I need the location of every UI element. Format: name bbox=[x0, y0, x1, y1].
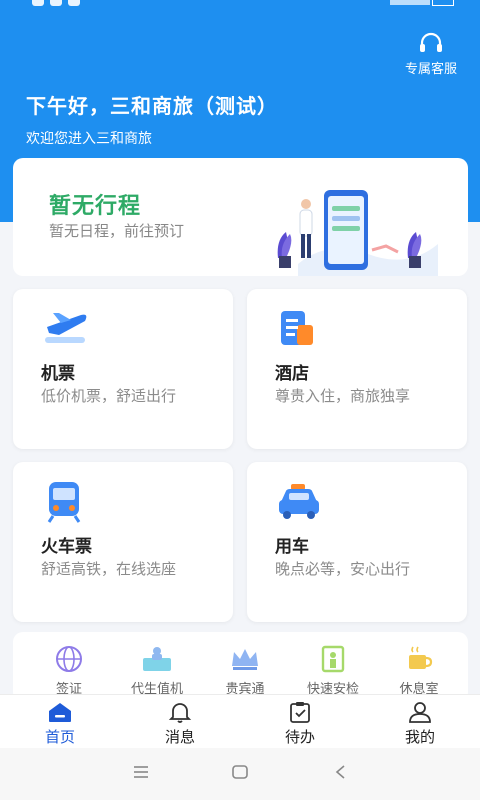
service-desc: 尊贵入住，商旅独享 bbox=[275, 387, 411, 405]
customer-service-button[interactable]: 专属客服 bbox=[398, 32, 464, 77]
back-icon[interactable] bbox=[332, 764, 350, 780]
service-desc: 低价机票，舒适出行 bbox=[41, 387, 177, 405]
home-icon bbox=[49, 703, 71, 722]
welcome-text: 欢迎您进入三和商旅 bbox=[26, 131, 152, 147]
bell-icon bbox=[168, 703, 192, 723]
crown-icon bbox=[232, 649, 258, 670]
tab-messages[interactable]: 消息 bbox=[130, 701, 230, 747]
quick-item-lounge[interactable]: 休息室 bbox=[379, 644, 459, 697]
plane-icon bbox=[45, 313, 87, 343]
trip-title: 暂无行程 bbox=[49, 194, 142, 219]
trip-card[interactable]: 暂无行程 暂无日程，前往预订 bbox=[13, 158, 468, 276]
service-desc: 晚点必等，安心出行 bbox=[275, 560, 411, 578]
service-name: 火车票 bbox=[41, 537, 92, 557]
flight-card[interactable]: 机票 低价机票，舒适出行 bbox=[13, 289, 233, 449]
quick-item-fast-security[interactable]: 快速安检 bbox=[293, 644, 373, 697]
tab-label: 消息 bbox=[164, 728, 195, 746]
train-icon bbox=[47, 482, 81, 523]
car-icon bbox=[279, 484, 319, 519]
hotel-card[interactable]: 酒店 尊贵入住，商旅独享 bbox=[247, 289, 467, 449]
security-gate-icon bbox=[321, 645, 345, 673]
quick-item-checkin[interactable]: 代生值机 bbox=[117, 644, 197, 697]
tab-label: 待办 bbox=[284, 728, 315, 746]
service-label: 专属客服 bbox=[404, 62, 457, 77]
hotel-icon bbox=[281, 311, 313, 345]
greeting: 下午好，三和商旅（测试） bbox=[26, 94, 278, 118]
tab-todo[interactable]: 待办 bbox=[250, 701, 350, 747]
train-card[interactable]: 火车票 舒适高铁，在线选座 bbox=[13, 462, 233, 622]
globe-icon bbox=[56, 646, 82, 672]
coffee-icon bbox=[409, 646, 433, 669]
service-name: 酒店 bbox=[275, 364, 309, 384]
menu-icon[interactable] bbox=[132, 764, 150, 780]
car-card[interactable]: 用车 晚点必等，安心出行 bbox=[247, 462, 467, 622]
tab-label: 我的 bbox=[404, 728, 435, 746]
service-name: 机票 bbox=[41, 364, 75, 384]
system-nav-bar bbox=[0, 748, 480, 800]
trip-subtitle: 暂无日程，前往预订 bbox=[49, 222, 185, 240]
tab-profile[interactable]: 我的 bbox=[370, 701, 470, 747]
status-bar bbox=[0, 0, 480, 8]
tab-label: 首页 bbox=[44, 728, 75, 746]
headset-icon bbox=[420, 32, 442, 52]
service-desc: 舒适高铁，在线选座 bbox=[41, 560, 177, 578]
service-name: 用车 bbox=[275, 537, 309, 557]
quick-item-visa[interactable]: 签证 bbox=[29, 644, 109, 697]
bottom-tab-bar: 首页 消息 待办 我的 bbox=[0, 694, 480, 748]
quick-services: 签证 代生值机 贵宾通 快速安检 休息室 bbox=[13, 632, 468, 702]
home-square-icon[interactable] bbox=[231, 764, 249, 780]
user-icon bbox=[409, 702, 431, 723]
tab-home[interactable]: 首页 bbox=[10, 701, 110, 747]
checkin-icon bbox=[143, 647, 171, 671]
battery-icon bbox=[432, 0, 454, 6]
booking-illustration bbox=[277, 190, 438, 276]
quick-item-vip[interactable]: 贵宾通 bbox=[205, 644, 285, 697]
todo-icon bbox=[290, 702, 310, 723]
